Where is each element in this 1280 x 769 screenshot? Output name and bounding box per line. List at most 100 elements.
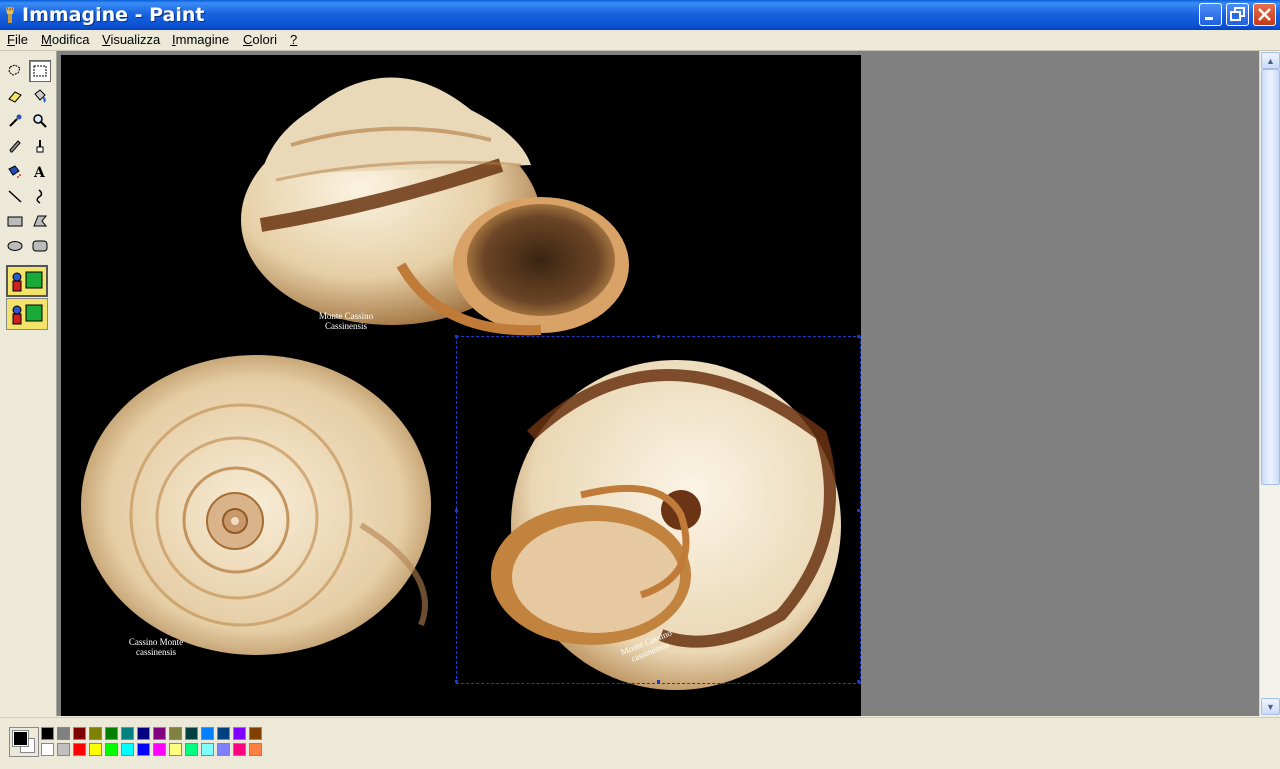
paint-bucket-icon xyxy=(34,89,46,103)
menu-immagine[interactable]: Immagine xyxy=(172,32,229,47)
eraser-icon xyxy=(8,91,22,103)
current-colors[interactable] xyxy=(9,727,39,757)
transparent-selection-icon xyxy=(7,299,47,329)
transparent-selection-option[interactable] xyxy=(6,298,48,330)
selection-handle[interactable] xyxy=(657,335,660,338)
selection-handle[interactable] xyxy=(857,509,860,512)
title-bar: Immagine - Paint xyxy=(0,0,1280,30)
text-tool[interactable]: A xyxy=(29,160,51,182)
selection-handle[interactable] xyxy=(657,680,660,683)
menu-help[interactable]: ? xyxy=(290,32,297,47)
curve-icon xyxy=(36,189,43,204)
paint-app-icon xyxy=(6,6,14,23)
brush-icon xyxy=(36,140,44,153)
close-icon xyxy=(1258,8,1271,21)
text-icon: A xyxy=(33,165,46,179)
rectangle-tool[interactable] xyxy=(4,210,26,232)
palette-swatch[interactable] xyxy=(169,727,182,740)
svg-text:A: A xyxy=(33,165,46,179)
menu-modifica[interactable]: Modifica xyxy=(41,32,89,47)
palette-swatch[interactable] xyxy=(201,727,214,740)
palette-swatch[interactable] xyxy=(249,743,262,756)
palette-swatch[interactable] xyxy=(217,727,230,740)
palette-swatch[interactable] xyxy=(89,743,102,756)
palette-swatch[interactable] xyxy=(73,727,86,740)
selection-marquee[interactable] xyxy=(455,335,861,684)
line-tool[interactable] xyxy=(4,185,26,207)
rectangle-icon xyxy=(7,216,23,227)
free-select-tool[interactable] xyxy=(4,60,26,82)
palette-swatch[interactable] xyxy=(233,743,246,756)
palette-swatch[interactable] xyxy=(217,743,230,756)
rounded-rectangle-tool[interactable] xyxy=(29,235,51,257)
airbrush-tool[interactable] xyxy=(4,160,26,182)
selection-handle[interactable] xyxy=(857,680,860,683)
palette-swatch[interactable] xyxy=(169,743,182,756)
menu-visualizza[interactable]: Visualizza xyxy=(102,32,160,47)
line-icon xyxy=(8,190,22,203)
foreground-color[interactable] xyxy=(12,730,29,747)
palette-swatch[interactable] xyxy=(201,743,214,756)
selection-handle[interactable] xyxy=(455,509,458,512)
curve-tool[interactable] xyxy=(29,185,51,207)
palette-swatch[interactable] xyxy=(105,743,118,756)
magnifier-tool[interactable] xyxy=(29,110,51,132)
palette-swatch[interactable] xyxy=(57,727,70,740)
scroll-down-button[interactable]: ▼ xyxy=(1261,698,1280,715)
opaque-selection-option[interactable] xyxy=(6,265,48,297)
palette-swatch[interactable] xyxy=(89,727,102,740)
brush-tool[interactable] xyxy=(29,135,51,157)
minimize-button[interactable] xyxy=(1199,3,1222,26)
palette-swatch[interactable] xyxy=(41,727,54,740)
airbrush-icon xyxy=(8,165,21,178)
pencil-icon xyxy=(9,140,21,153)
palette-swatch[interactable] xyxy=(185,727,198,740)
color-box xyxy=(0,717,1280,769)
ellipse-icon xyxy=(7,241,23,251)
palette-swatch[interactable] xyxy=(233,727,246,740)
palette-swatch[interactable] xyxy=(57,743,70,756)
selection-handle[interactable] xyxy=(857,335,860,338)
palette-swatch[interactable] xyxy=(73,743,86,756)
window-title: Immagine - Paint xyxy=(22,4,205,26)
restore-button[interactable] xyxy=(1226,3,1249,26)
toolbox: A xyxy=(0,51,57,716)
fill-tool[interactable] xyxy=(29,85,51,107)
palette-swatch[interactable] xyxy=(249,727,262,740)
rect-select-tool[interactable] xyxy=(29,60,51,82)
pencil-tool[interactable] xyxy=(4,135,26,157)
minimize-icon xyxy=(1205,17,1213,20)
menu-file[interactable]: File xyxy=(7,32,28,47)
magnifier-icon xyxy=(33,114,47,128)
menu-colori[interactable]: Colori xyxy=(243,32,277,47)
rect-select-icon xyxy=(33,65,47,77)
eyedropper-icon xyxy=(9,114,22,127)
vertical-scrollbar[interactable]: ▲ ▼ xyxy=(1259,51,1280,716)
free-select-icon xyxy=(8,64,21,76)
selection-handle[interactable] xyxy=(455,335,458,338)
close-button[interactable] xyxy=(1253,3,1276,26)
scroll-up-button[interactable]: ▲ xyxy=(1261,52,1280,69)
palette-swatch[interactable] xyxy=(137,743,150,756)
menu-bar: File Modifica Visualizza Immagine Colori… xyxy=(0,30,1280,51)
palette-swatch[interactable] xyxy=(153,743,166,756)
palette-swatch[interactable] xyxy=(121,743,134,756)
palette-swatch[interactable] xyxy=(153,727,166,740)
selection-handle[interactable] xyxy=(455,680,458,683)
top-shell xyxy=(241,77,629,336)
restore-icon xyxy=(1230,7,1245,21)
polygon-icon xyxy=(33,215,48,227)
caption-left: Cassino Monte cassinensis xyxy=(128,637,184,657)
palette-swatch[interactable] xyxy=(105,727,118,740)
scroll-thumb[interactable] xyxy=(1261,69,1280,485)
palette-swatch[interactable] xyxy=(121,727,134,740)
palette-swatch[interactable] xyxy=(41,743,54,756)
eraser-tool[interactable] xyxy=(4,85,26,107)
opaque-selection-icon xyxy=(8,267,46,295)
color-picker-tool[interactable] xyxy=(4,110,26,132)
palette-swatch[interactable] xyxy=(185,743,198,756)
left-shell xyxy=(81,355,431,655)
palette-swatch[interactable] xyxy=(137,727,150,740)
polygon-tool[interactable] xyxy=(29,210,51,232)
ellipse-tool[interactable] xyxy=(4,235,26,257)
